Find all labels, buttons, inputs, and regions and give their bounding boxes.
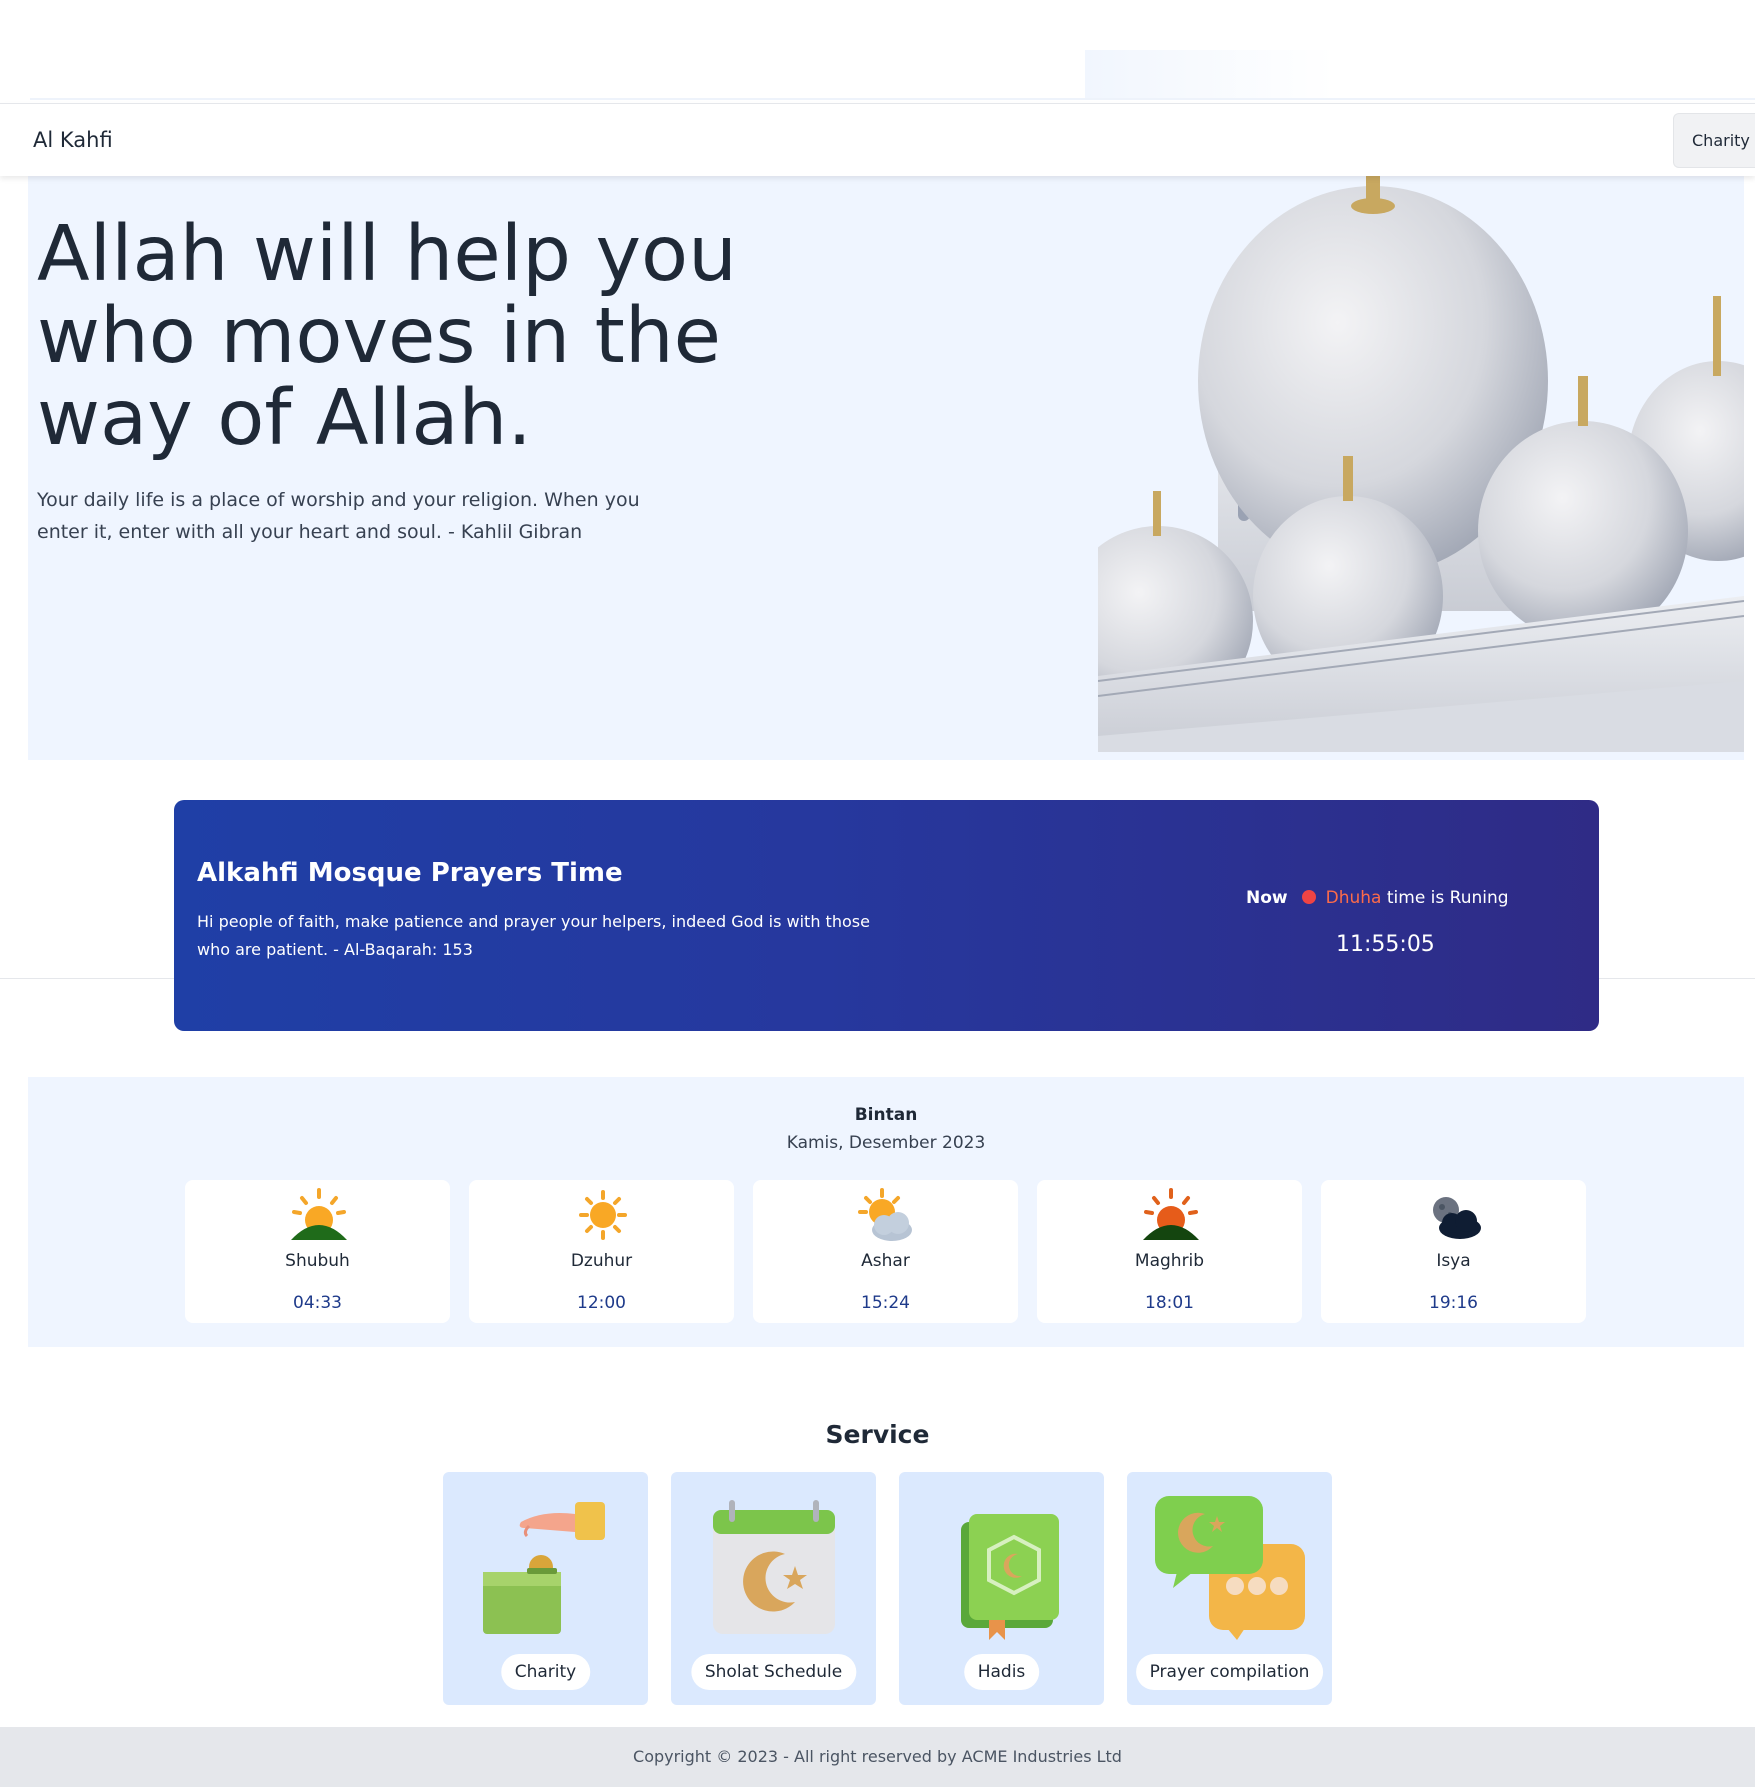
donation-icon	[483, 1502, 605, 1634]
charity-nav-button[interactable]: Charity	[1673, 113, 1755, 168]
prayer-cards: Shubuh 04:33 Dzuhur 12:00 Ashar 15:24 Ma…	[185, 1180, 1586, 1323]
service-prayer-compilation[interactable]: Prayer compilation	[1127, 1472, 1332, 1705]
banner-verse: Hi people of faith, make patience and pr…	[197, 912, 870, 959]
prayer-name: Maghrib	[1134, 1251, 1205, 1271]
top-band-line	[30, 98, 1755, 100]
service-grid: Charity Sholat Schedule Hadis Prayer com…	[443, 1472, 1332, 1705]
status-suffix: time is Runing	[1381, 888, 1509, 908]
navbar: Al Kahfi Charity	[0, 103, 1755, 176]
service-label: Charity	[500, 1654, 591, 1690]
service-label: Prayer compilation	[1135, 1654, 1324, 1690]
prayer-card-ashar: Ashar 15:24	[753, 1180, 1018, 1323]
prayer-time: 12:00	[577, 1293, 626, 1313]
prayer-name: Isya	[1436, 1251, 1471, 1271]
prayer-time-banner: Alkahfi Mosque Prayers Time Hi people of…	[174, 800, 1599, 1031]
live-clock: 11:55:05	[1336, 932, 1435, 957]
prayer-card-dzuhur: Dzuhur 12:00	[469, 1180, 734, 1323]
mosque-image	[1098, 176, 1744, 752]
prayer-name: Ashar	[861, 1251, 910, 1271]
chat-icon	[1155, 1496, 1305, 1640]
top-band	[0, 0, 1755, 100]
hero-quote: Your daily life is a place of worship an…	[37, 489, 640, 543]
service-charity[interactable]: Charity	[443, 1472, 648, 1705]
service-label: Sholat Schedule	[690, 1654, 857, 1690]
brand-logo[interactable]: Al Kahfi	[33, 128, 113, 152]
top-band-glow	[1085, 50, 1335, 100]
service-label: Hadis	[963, 1654, 1040, 1690]
prayer-name: Shubuh	[285, 1251, 350, 1271]
sunrise-icon	[291, 1188, 347, 1240]
sun-icon	[579, 1190, 627, 1240]
sun-cloud-icon	[858, 1188, 912, 1241]
service-hadis[interactable]: Hadis	[899, 1472, 1104, 1705]
page: Al Kahfi Charity Allah will help you who…	[0, 0, 1755, 1787]
prayer-time: 04:33	[293, 1293, 342, 1313]
footer-copyright: Copyright © 2023 - All right reserved by…	[633, 1747, 1122, 1766]
prayer-time: 15:24	[861, 1293, 910, 1313]
live-dot-icon	[1301, 890, 1316, 904]
prayer-card-shubuh: Shubuh 04:33	[185, 1180, 450, 1323]
prayer-name: Dzuhur	[570, 1251, 633, 1271]
sunset-icon	[1143, 1188, 1199, 1240]
banner-title: Alkahfi Mosque Prayers Time	[197, 858, 623, 888]
schedule-date: Kamis, Desember 2023	[786, 1133, 986, 1153]
current-prayer-name: Dhuha	[1325, 888, 1382, 908]
schedule-city: Bintan	[854, 1105, 918, 1125]
moon-cloud-icon	[1433, 1197, 1481, 1239]
prayer-card-maghrib: Maghrib 18:01	[1037, 1180, 1302, 1323]
current-prayer-status: Now Dhuha time is Runing	[1246, 888, 1509, 908]
now-label: Now	[1246, 888, 1288, 908]
prayer-time: 19:16	[1429, 1293, 1478, 1313]
calendar-icon	[713, 1500, 835, 1634]
book-icon	[961, 1514, 1059, 1640]
prayer-schedule: Bintan Kamis, Desember 2023 Shubuh 04:33	[28, 1077, 1744, 1347]
service-title: Service	[825, 1420, 930, 1449]
hero-heading: Allah will help you who moves in the way…	[37, 210, 737, 463]
hero-section: Allah will help you who moves in the way…	[28, 176, 1744, 760]
prayer-time: 18:01	[1145, 1293, 1194, 1313]
footer: Copyright © 2023 - All right reserved by…	[0, 1727, 1755, 1787]
prayer-card-isya: Isya 19:16	[1321, 1180, 1586, 1323]
service-sholat-schedule[interactable]: Sholat Schedule	[671, 1472, 876, 1705]
